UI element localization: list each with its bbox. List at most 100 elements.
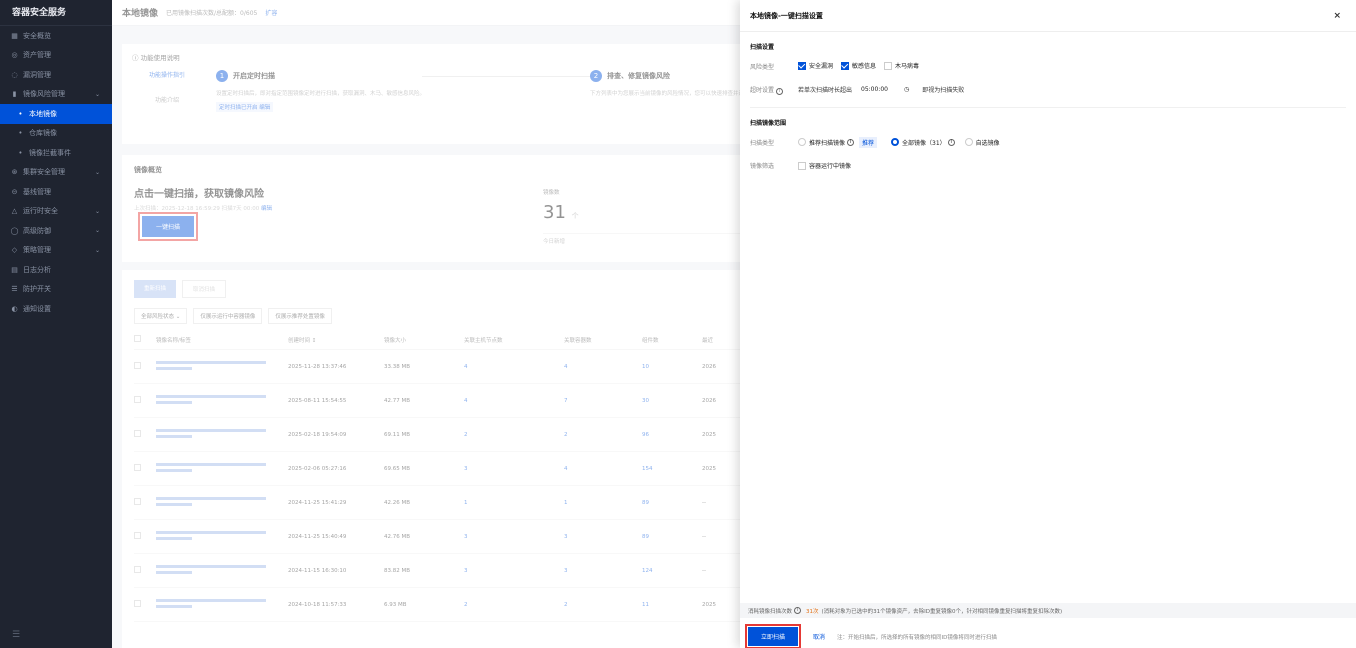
- scan-type-radio-1[interactable]: 全部镜像（31） i: [891, 138, 957, 147]
- sidebar-item-12[interactable]: ▤ 日志分析: [0, 260, 112, 280]
- cancel-button[interactable]: 取消: [813, 632, 825, 641]
- radio-dot[interactable]: [798, 138, 806, 147]
- header-created[interactable]: 创建时间 ↕: [288, 336, 384, 344]
- checkbox-box[interactable]: [884, 61, 893, 70]
- image-name-cell[interactable]: [156, 428, 288, 441]
- table-row[interactable]: 2025-11-28 13:37:46 33.38 MB 4 4 10 2026: [134, 350, 810, 384]
- scan-now-button[interactable]: 立即扫描: [748, 627, 799, 646]
- sidebar-item-10[interactable]: ◯ 高级防御 ⌄: [0, 221, 112, 241]
- image-tag-link[interactable]: [156, 502, 192, 506]
- components-link[interactable]: 11: [642, 602, 702, 608]
- containers-link[interactable]: 3: [564, 534, 642, 540]
- sidebar-item-5[interactable]: • 仓库镜像: [0, 124, 112, 144]
- running-images-box[interactable]: [798, 161, 806, 170]
- edit-schedule-link[interactable]: 编辑: [261, 206, 272, 212]
- containers-link[interactable]: 4: [564, 364, 642, 370]
- guide-intro-link[interactable]: 功能介绍: [132, 95, 202, 104]
- sidebar-item-8[interactable]: ⊝ 基线管理: [0, 182, 112, 202]
- select-all-checkbox[interactable]: [134, 335, 141, 342]
- hosts-link[interactable]: 3: [464, 466, 564, 472]
- checkbox-box[interactable]: [841, 61, 850, 70]
- image-name-cell[interactable]: [156, 564, 288, 577]
- cancel-scan-button[interactable]: 取消扫描: [182, 280, 227, 298]
- sidebar-item-2[interactable]: ◌ 漏洞管理: [0, 65, 112, 85]
- radio-dot[interactable]: [891, 138, 900, 147]
- image-name-link[interactable]: [156, 462, 266, 466]
- row-checkbox-cell[interactable]: [134, 532, 156, 541]
- hosts-link[interactable]: 3: [464, 568, 564, 574]
- checkbox-box[interactable]: [798, 61, 806, 70]
- rescan-button[interactable]: 重新扫描: [134, 280, 177, 298]
- row-checkbox[interactable]: [134, 566, 141, 573]
- sidebar-item-7[interactable]: ⊛ 集群安全管理 ⌄: [0, 163, 112, 183]
- image-tag-link[interactable]: [156, 604, 192, 608]
- one-click-scan-button[interactable]: 一键扫描: [142, 216, 195, 237]
- table-row[interactable]: 2025-08-11 15:54:55 42.77 MB 4 7 30 2026: [134, 384, 810, 418]
- row-checkbox[interactable]: [134, 464, 141, 471]
- risk-type-checkbox-2[interactable]: 木马病毒: [884, 61, 919, 70]
- image-name-link[interactable]: [156, 394, 266, 398]
- running-only-filter[interactable]: 仅展示运行中容器镜像: [193, 308, 263, 324]
- components-link[interactable]: 30: [642, 398, 702, 404]
- hosts-link[interactable]: 4: [464, 364, 564, 370]
- info-icon[interactable]: i: [947, 138, 955, 146]
- containers-link[interactable]: 4: [564, 466, 642, 472]
- sidebar-item-1[interactable]: ◎ 资产管理: [0, 46, 112, 66]
- sidebar-item-9[interactable]: △ 运行时安全 ⌄: [0, 202, 112, 222]
- hosts-link[interactable]: 3: [464, 534, 564, 540]
- containers-link[interactable]: 1: [564, 500, 642, 506]
- table-row[interactable]: 2024-11-25 15:40:49 42.76 MB 3 3 89 --: [134, 520, 810, 554]
- image-name-link[interactable]: [156, 530, 266, 534]
- components-link[interactable]: 154: [642, 466, 702, 472]
- row-checkbox-cell[interactable]: [134, 430, 156, 439]
- expand-link[interactable]: 扩容: [265, 8, 277, 17]
- hosts-link[interactable]: 2: [464, 602, 564, 608]
- image-name-cell[interactable]: [156, 530, 288, 543]
- row-checkbox-cell[interactable]: [134, 464, 156, 473]
- header-checkbox-cell[interactable]: [134, 335, 156, 344]
- containers-link[interactable]: 2: [564, 432, 642, 438]
- recommend-only-filter[interactable]: 仅展示推荐处置镜像: [268, 308, 332, 324]
- containers-link[interactable]: 3: [564, 568, 642, 574]
- sidebar-item-13[interactable]: ☰ 防护开关: [0, 280, 112, 300]
- row-checkbox[interactable]: [134, 396, 141, 403]
- components-link[interactable]: 10: [642, 364, 702, 370]
- radio-dot[interactable]: [964, 138, 973, 147]
- guide-operation-link[interactable]: 功能操作指引: [132, 70, 202, 79]
- row-checkbox-cell[interactable]: [134, 600, 156, 609]
- sidebar-item-3[interactable]: ▮ 镜像风险管理 ⌄: [0, 85, 112, 105]
- close-icon[interactable]: ×: [1333, 11, 1341, 21]
- table-row[interactable]: 2024-11-15 16:30:10 83.82 MB 3 3 124 --: [134, 554, 810, 588]
- image-name-link[interactable]: [156, 598, 266, 602]
- scan-type-radio-2[interactable]: 自选镜像: [964, 138, 1000, 147]
- hosts-link[interactable]: 4: [464, 398, 564, 404]
- containers-link[interactable]: 2: [564, 602, 642, 608]
- components-link[interactable]: 96: [642, 432, 702, 438]
- image-name-link[interactable]: [156, 428, 266, 432]
- row-checkbox[interactable]: [134, 498, 141, 505]
- containers-link[interactable]: 7: [564, 398, 642, 404]
- components-link[interactable]: 89: [642, 500, 702, 506]
- risk-status-select[interactable]: 全部风险状态 ⌄: [134, 308, 188, 324]
- row-checkbox[interactable]: [134, 430, 141, 437]
- scan-type-radio-0[interactable]: 推荐扫描镜像 i 推荐: [798, 136, 883, 148]
- image-name-cell[interactable]: [156, 394, 288, 407]
- risk-type-checkbox-1[interactable]: 敏感信息: [841, 61, 876, 70]
- risk-type-checkbox-0[interactable]: 安全漏洞: [798, 61, 833, 70]
- image-name-cell[interactable]: [156, 462, 288, 475]
- row-checkbox[interactable]: [134, 532, 141, 539]
- hosts-link[interactable]: 1: [464, 500, 564, 506]
- table-row[interactable]: 2025-02-06 05:27:16 69.65 MB 3 4 154 2025: [134, 452, 810, 486]
- collapse-menu-icon[interactable]: ☰: [12, 630, 20, 640]
- image-tag-link[interactable]: [156, 536, 192, 540]
- image-tag-link[interactable]: [156, 468, 192, 472]
- step-1-tag[interactable]: 定时扫描已开启 编辑: [216, 102, 274, 112]
- image-name-link[interactable]: [156, 496, 266, 500]
- row-checkbox[interactable]: [134, 600, 141, 607]
- image-tag-link[interactable]: [156, 400, 192, 404]
- image-name-link[interactable]: [156, 360, 266, 364]
- row-checkbox[interactable]: [134, 362, 141, 369]
- sidebar-item-4[interactable]: • 本地镜像: [0, 104, 112, 124]
- hosts-link[interactable]: 2: [464, 432, 564, 438]
- image-name-cell[interactable]: [156, 360, 288, 373]
